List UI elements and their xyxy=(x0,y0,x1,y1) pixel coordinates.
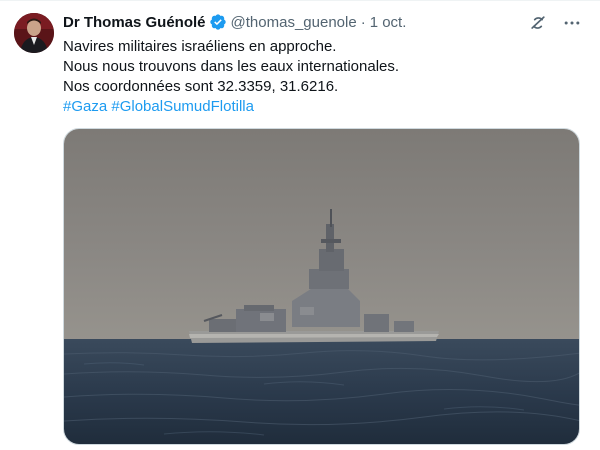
tweet-header: Dr Thomas Guénolé @thomas_guenole · 1 oc… xyxy=(63,11,582,33)
hashtag-global-sumud-flotilla[interactable]: #GlobalSumudFlotilla xyxy=(111,98,254,115)
tweet-media-photo[interactable] xyxy=(63,128,580,445)
tweet-text: Navires militaires israéliens en approch… xyxy=(63,37,582,117)
avatar[interactable] xyxy=(14,13,54,53)
author-name[interactable]: Dr Thomas Guénolé xyxy=(63,14,206,31)
author-handle[interactable]: @thomas_guenole xyxy=(231,14,357,31)
tweet-text-line-3: Nos coordonnées sont 32.3359, 31.6216. xyxy=(63,78,339,95)
avatar-image xyxy=(14,13,54,53)
verified-badge-icon xyxy=(209,13,227,31)
tweet-date[interactable]: 1 oct. xyxy=(370,14,407,31)
tweet-actions xyxy=(528,13,582,33)
header-separator: · xyxy=(360,13,366,31)
tweet-body: Dr Thomas Guénolé @thomas_guenole · 1 oc… xyxy=(63,11,582,117)
hashtag-line: #Gaza #GlobalSumudFlotilla xyxy=(63,97,582,117)
tweet[interactable]: Dr Thomas Guénolé @thomas_guenole · 1 oc… xyxy=(0,0,600,450)
more-options-icon[interactable] xyxy=(562,13,582,33)
grok-icon[interactable] xyxy=(528,13,548,33)
tweet-text-line-2: Nous nous trouvons dans les eaux interna… xyxy=(63,58,400,75)
warship-photo xyxy=(64,129,579,444)
tweet-text-line-1: Navires militaires israéliens en approch… xyxy=(63,38,337,55)
hashtag-gaza[interactable]: #Gaza xyxy=(63,98,107,115)
